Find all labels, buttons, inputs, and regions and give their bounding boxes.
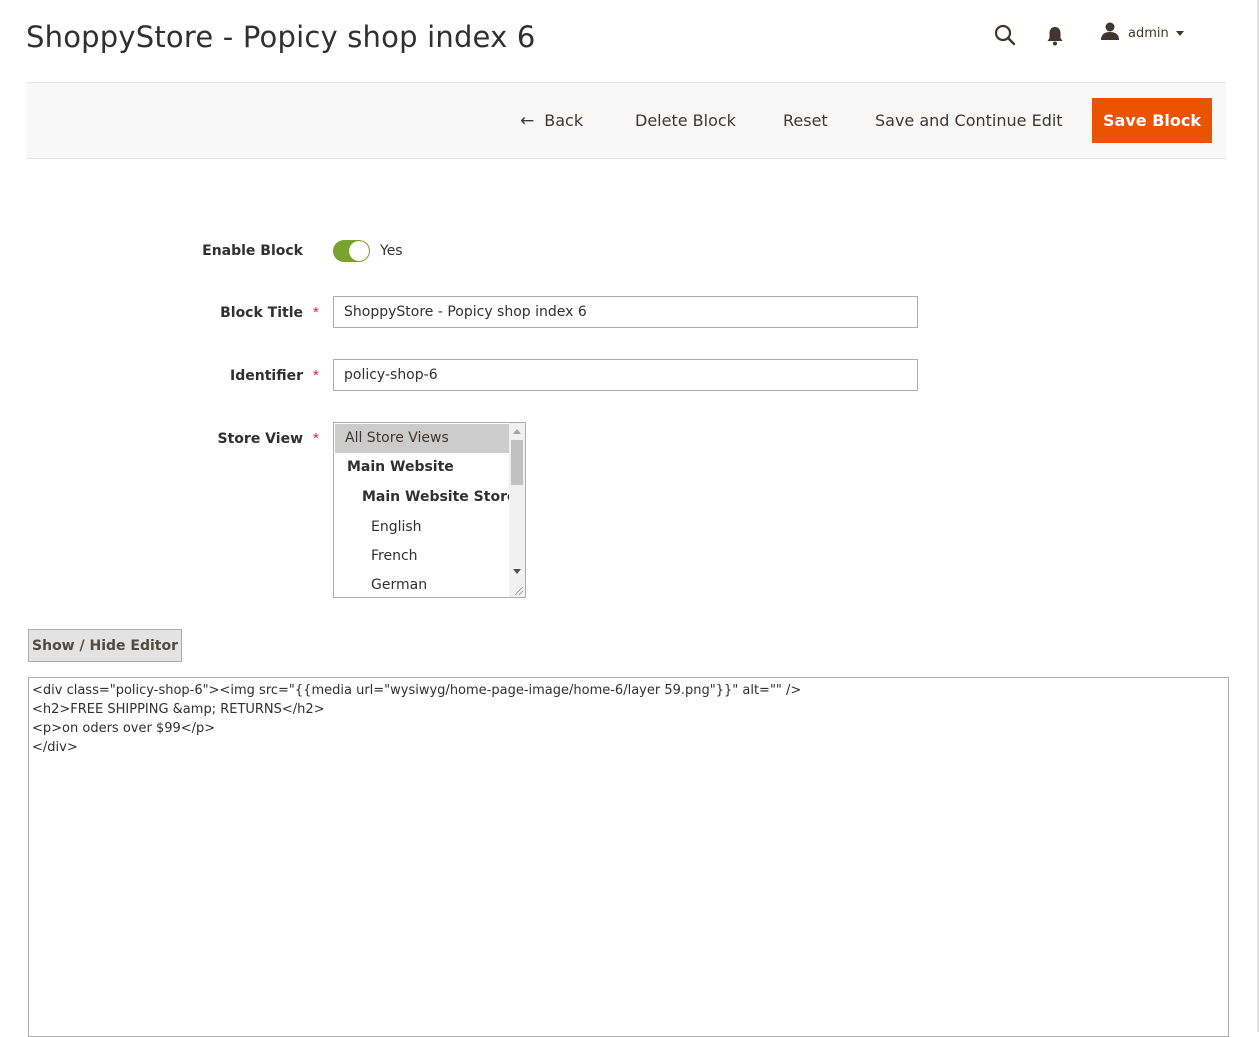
show-hide-editor-button[interactable]: Show / Hide Editor — [28, 629, 182, 662]
store-option-german[interactable]: German — [335, 571, 525, 597]
store-option-french[interactable]: French — [335, 542, 525, 571]
toggle-knob — [349, 241, 369, 261]
identifier-input[interactable] — [333, 359, 918, 391]
editor-line: <h2>FREE SHIPPING &amp; RETURNS</h2> — [32, 702, 325, 717]
user-icon — [1100, 22, 1120, 45]
store-view-label: Store View — [217, 431, 303, 447]
delete-block-button[interactable]: Delete Block — [635, 99, 736, 143]
save-and-continue-button[interactable]: Save and Continue Edit — [875, 99, 1063, 143]
bell-icon[interactable] — [1045, 25, 1065, 47]
block-title-label: Block Title — [220, 305, 303, 321]
content-editor-textarea[interactable]: <div class="policy-shop-6"><img src="{{m… — [28, 677, 1229, 1037]
store-view-multiselect[interactable]: All Store Views Main Website Main Websit… — [333, 422, 526, 598]
scroll-thumb[interactable] — [511, 440, 523, 485]
required-asterisk: * — [313, 367, 319, 384]
user-name: admin — [1128, 26, 1169, 41]
scroll-up-icon[interactable] — [513, 429, 521, 434]
arrow-left-icon: ← — [520, 111, 535, 131]
user-menu[interactable]: admin — [1100, 22, 1210, 45]
page-title: ShoppyStore - Popicy shop index 6 — [26, 20, 536, 54]
store-list-scrollbar[interactable] — [509, 423, 525, 597]
reset-button[interactable]: Reset — [783, 99, 828, 143]
editor-line: <p>on oders over $99</p> — [32, 721, 216, 736]
identifier-label: Identifier — [230, 368, 303, 384]
required-asterisk: * — [313, 304, 319, 321]
back-label: Back — [544, 111, 584, 130]
enable-block-label: Enable Block — [202, 243, 303, 259]
block-title-input[interactable] — [333, 296, 918, 328]
search-icon[interactable] — [993, 23, 1017, 47]
store-option-all[interactable]: All Store Views — [335, 424, 519, 453]
page-actions-toolbar: ← Back Delete Block Reset Save and Contin… — [26, 82, 1226, 159]
enable-block-value: Yes — [380, 243, 403, 259]
editor-line: </div> — [32, 740, 78, 755]
enable-block-toggle[interactable] — [333, 240, 370, 262]
editor-line: <div class="policy-shop-6"><img src="{{m… — [32, 683, 802, 698]
store-option-main-website-store[interactable]: Main Website Store — [335, 483, 525, 512]
chevron-down-icon — [1175, 31, 1184, 36]
required-asterisk: * — [313, 430, 319, 447]
store-option-main-website[interactable]: Main Website — [335, 453, 521, 482]
store-option-english[interactable]: English — [335, 513, 525, 542]
save-block-button[interactable]: Save Block — [1092, 98, 1212, 143]
scroll-down-icon[interactable] — [513, 569, 521, 574]
back-button[interactable]: ← Back — [520, 99, 583, 143]
resize-grip-icon[interactable] — [515, 587, 523, 595]
